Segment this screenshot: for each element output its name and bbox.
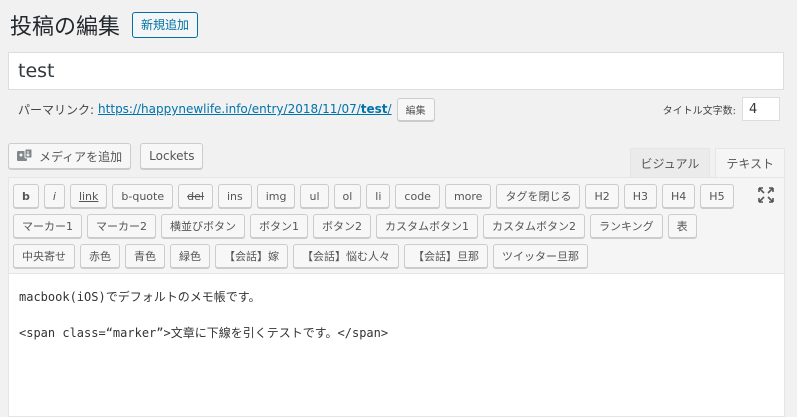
content-line-2: <span class=“marker”>文章に下線を引くテストです。</spa… [19,326,389,340]
qt-button-row1-0[interactable]: b [13,184,39,208]
quicktags-toolbar: b i link b-quote del ins img ul ol li code more タグを閉… [9,178,784,274]
qt-button-row1-15[interactable]: H4 [662,184,696,208]
title-count-label: タイトル文字数: [662,105,736,117]
qt-button-row1-11[interactable]: more [444,184,492,208]
qt-button-row1-14[interactable]: H3 [623,184,658,208]
permalink-url-base: https://happynewlife.info/entry/2018/11/… [98,102,361,116]
editor-container: b i link b-quote del ins img ul ol li code more タグを閉… [8,177,785,417]
qt-button-row2-1[interactable]: マーカー2 [87,214,156,238]
fullscreen-icon[interactable] [758,187,774,203]
permalink-label: パーマリンク: [18,102,95,117]
add-new-button[interactable]: 新規追加 [132,12,199,38]
qt-button-row1-7[interactable]: ul [300,184,329,208]
qt-button-row2-0[interactable]: マーカー1 [13,214,82,238]
media-buttons: メディアを追加 Lockets [8,143,204,169]
qt-button-row2-6[interactable]: カスタムボタン2 [483,214,585,238]
qt-button-row3-1[interactable]: 赤色 [80,244,120,268]
lockets-button[interactable]: Lockets [140,143,204,169]
tab-text[interactable]: テキスト [715,148,785,178]
post-title-input[interactable]: test [8,52,784,90]
qt-button-row3-2[interactable]: 青色 [125,244,165,268]
qt-button-row2-4[interactable]: ボタン2 [313,214,371,238]
qt-button-row3-7[interactable]: ツイッター旦那 [493,244,588,268]
qt-button-row1-6[interactable]: img [256,184,296,208]
title-count: タイトル文字数: 4 [663,97,780,121]
qt-button-row2-8[interactable]: 表 [667,214,697,238]
content-line-1: macbook(iOS)でデフォルトのメモ帳です。 [19,290,261,304]
editor-tabs: ビジュアル テキスト [629,148,785,178]
toolbar-row-3: 中央寄せ 赤色 青色 緑色 【会話】嫁 【会話】悩む人々 【会話】旦那 ツイッター旦那 [13,244,588,268]
permalink-edit-button[interactable]: 編集 [396,97,435,121]
qt-button-row1-12[interactable]: タグを閉じる [496,184,581,208]
qt-button-row3-6[interactable]: 【会話】旦那 [404,244,488,268]
add-media-label: メディアを追加 [39,149,123,164]
permalink-link[interactable]: https://happynewlife.info/entry/2018/11/… [98,102,392,116]
qt-button-row1-2[interactable]: link [69,184,108,208]
qt-button-row2-3[interactable]: ボタン1 [250,214,308,238]
qt-button-row2-5[interactable]: カスタムボタン1 [376,214,478,238]
toolbar-row-1: b i link b-quote del ins img ul ol li code more タグを閉… [13,184,734,208]
page-heading: 投稿の編集 新規追加 [10,10,199,40]
qt-button-row3-5[interactable]: 【会話】悩む人々 [293,244,399,268]
editor-textarea[interactable]: macbook(iOS)でデフォルトのメモ帳です。 <span class=“m… [9,274,784,374]
qt-button-row2-7[interactable]: ランキング [590,214,663,238]
qt-button-row1-9[interactable]: li [366,184,391,208]
add-media-button[interactable]: メディアを追加 [8,143,132,169]
qt-button-row1-13[interactable]: H2 [585,184,619,208]
qt-button-row1-5[interactable]: ins [217,184,252,208]
qt-button-row3-3[interactable]: 緑色 [170,244,210,268]
qt-button-row1-3[interactable]: b-quote [112,184,174,208]
qt-button-row1-4[interactable]: del [178,184,213,208]
media-icon [17,149,33,161]
qt-button-row1-1[interactable]: i [43,184,65,208]
qt-button-row3-0[interactable]: 中央寄せ [13,244,75,268]
qt-button-row3-4[interactable]: 【会話】嫁 [215,244,288,268]
title-count-value[interactable]: 4 [742,97,780,121]
permalink-bar: パーマリンク: https://happynewlife.info/entry/… [18,96,780,122]
qt-button-row1-10[interactable]: code [395,184,440,208]
page-title: 投稿の編集 [10,15,121,40]
qt-button-row1-16[interactable]: H5 [700,184,734,208]
tab-visual[interactable]: ビジュアル [629,148,711,178]
permalink-slug: test [360,102,388,116]
qt-button-row1-8[interactable]: ol [333,184,362,208]
permalink-url-end: / [387,102,392,116]
qt-button-row2-2[interactable]: 横並びボタン [161,214,245,238]
toolbar-row-2: マーカー1 マーカー2 横並びボタン ボタン1 ボタン2 カスタムボタン1 カスタムボタン2… [13,214,697,238]
